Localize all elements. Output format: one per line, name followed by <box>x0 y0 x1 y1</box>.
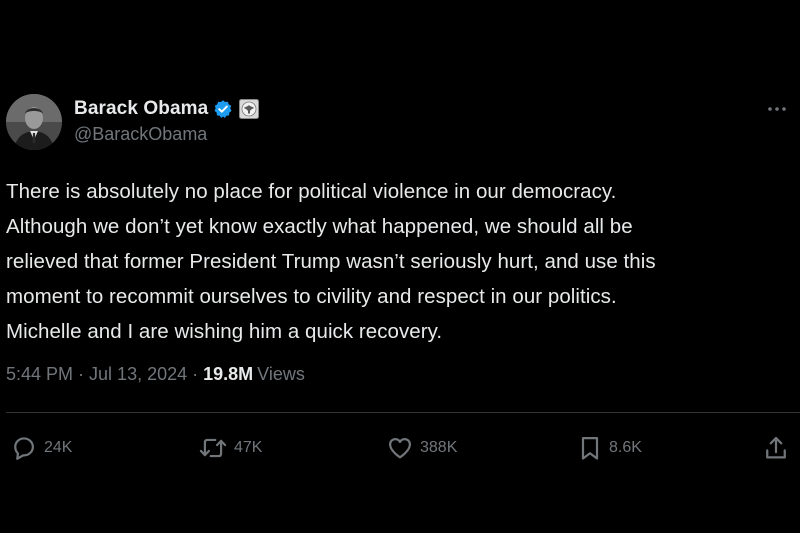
tweet-text-line: moment to recommit ourselves to civility… <box>6 285 617 308</box>
retweet-icon <box>199 438 227 458</box>
share-button[interactable] <box>762 430 790 466</box>
meta-separator: · <box>192 364 199 384</box>
reply-icon <box>14 437 34 460</box>
bookmark-count: 8.6K <box>609 439 642 456</box>
share-icon <box>766 436 786 459</box>
name-row: Barack Obama <box>74 96 260 122</box>
tweet-time[interactable]: 5:44 PM <box>6 364 73 385</box>
action-bar: 24K 47K 388K 8.6K <box>6 430 790 466</box>
more-dots-icon <box>768 107 786 111</box>
bookmark-icon <box>581 436 599 460</box>
like-count: 388K <box>420 439 458 456</box>
author-names: Barack Obama @BarackObama <box>74 96 260 145</box>
tweet-text-line: There is absolutely no place for politic… <box>6 180 617 203</box>
tweet-text-line: Although we don’t yet know exactly what … <box>6 215 633 238</box>
views-count[interactable]: 19.8M <box>203 364 253 385</box>
heart-icon <box>388 438 412 459</box>
tweet-date[interactable]: Jul 13, 2024 <box>89 364 187 385</box>
verified-badge-icon[interactable] <box>213 99 233 119</box>
reply-count: 24K <box>44 439 73 456</box>
tweet-text-line: Michelle and I are wishing him a quick r… <box>6 320 443 343</box>
tweet-text-line: relieved that former President Trump was… <box>6 250 656 273</box>
author-display-name[interactable]: Barack Obama <box>74 98 208 120</box>
views-label: Views <box>257 364 305 384</box>
tweet-text: There is absolutely no place for politic… <box>6 174 796 349</box>
author-handle[interactable]: @BarackObama <box>74 124 259 145</box>
tweet-metadata: 5:44 PM · Jul 13, 2024 · 19.8M Views <box>6 364 305 385</box>
tweet-card: Barack Obama @BarackObama There is absol… <box>0 0 800 533</box>
bookmark-button[interactable]: 8.6K <box>577 430 642 466</box>
government-seal-icon[interactable] <box>239 99 260 119</box>
divider <box>6 412 800 413</box>
retweet-button[interactable]: 47K <box>198 430 262 466</box>
like-button[interactable]: 388K <box>386 430 457 466</box>
meta-separator: · <box>78 364 85 384</box>
retweet-count: 47K <box>234 439 263 456</box>
more-options-button[interactable] <box>764 96 790 122</box>
reply-button[interactable]: 24K <box>10 430 72 466</box>
tweet-header: Barack Obama @BarackObama <box>6 94 790 154</box>
avatar[interactable] <box>6 94 62 150</box>
